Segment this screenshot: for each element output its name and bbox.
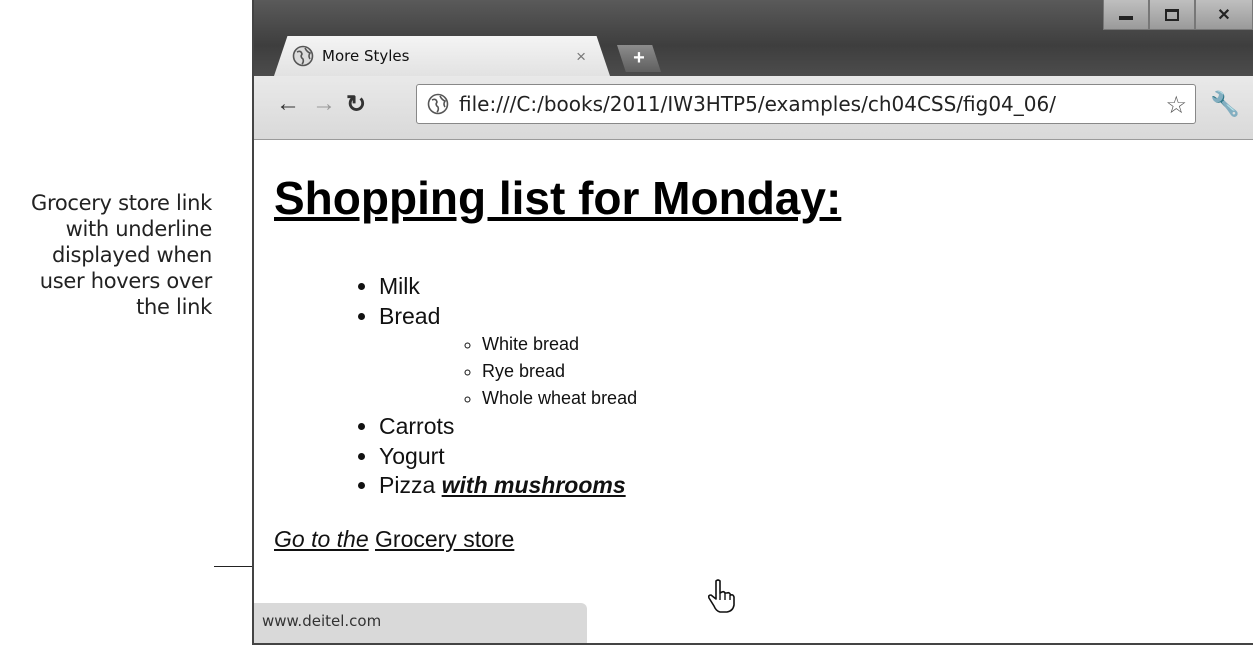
page-icon bbox=[427, 93, 449, 115]
callout-line-1: Grocery store link bbox=[30, 191, 212, 215]
browser-toolbar: ← → ↻ file:///C:/books/2011/IW3HTP5/exam… bbox=[254, 76, 1253, 140]
link-prefix: Go to the bbox=[274, 525, 369, 552]
page-content: Shopping list for Monday: Milk Bread Whi… bbox=[274, 170, 1244, 553]
maximize-button[interactable] bbox=[1149, 0, 1195, 30]
list-item: Milk bbox=[379, 272, 1244, 302]
status-url: www.deitel.com bbox=[262, 612, 382, 630]
wrench-menu-icon[interactable]: 🔧 bbox=[1210, 90, 1240, 119]
tab-more-styles[interactable]: More Styles × bbox=[274, 36, 610, 76]
maximize-icon bbox=[1165, 8, 1179, 21]
forward-button[interactable]: → bbox=[312, 90, 336, 118]
url-text: file:///C:/books/2011/IW3HTP5/examples/c… bbox=[459, 92, 1056, 116]
list-item: Bread White bread Rye bread Whole wheat … bbox=[379, 302, 1244, 413]
title-bar: ✕ More Styles × + bbox=[254, 0, 1253, 76]
sublist-item: Rye bread bbox=[482, 358, 1244, 385]
annotation-callout: Grocery store link with underline displa… bbox=[0, 190, 212, 320]
pizza-label: Pizza bbox=[379, 472, 436, 498]
list-item: Pizza with mushrooms bbox=[379, 471, 1244, 501]
pizza-emphasis: with mushrooms bbox=[441, 472, 626, 498]
callout-line-2: with underline bbox=[65, 217, 213, 241]
back-button[interactable]: ← bbox=[276, 90, 300, 118]
bread-sublist: White bread Rye bread Whole wheat bread bbox=[482, 331, 1244, 412]
address-bar[interactable]: file:///C:/books/2011/IW3HTP5/examples/c… bbox=[416, 84, 1196, 124]
callout-line-3: displayed when bbox=[51, 243, 212, 267]
reload-button[interactable]: ↻ bbox=[346, 90, 366, 119]
list-item: Yogurt bbox=[379, 442, 1244, 472]
callout-line-4: user hovers over bbox=[39, 269, 213, 293]
tab-close-button[interactable]: × bbox=[576, 47, 586, 67]
new-tab-button[interactable]: + bbox=[617, 45, 661, 72]
minimize-icon bbox=[1119, 15, 1133, 20]
browser-window: ✕ More Styles × + ← → ↻ file:///C:/books… bbox=[252, 0, 1253, 645]
globe-icon bbox=[292, 45, 314, 67]
tab-title: More Styles bbox=[322, 47, 410, 65]
bookmark-star-icon[interactable]: ☆ bbox=[1163, 91, 1187, 120]
status-bar: www.deitel.com bbox=[254, 603, 587, 643]
close-window-button[interactable]: ✕ bbox=[1195, 0, 1253, 30]
sublist-item: White bread bbox=[482, 331, 1244, 358]
list-item-label: Bread bbox=[379, 302, 441, 329]
callout-line-5: the link bbox=[136, 295, 212, 319]
sublist-item: Whole wheat bread bbox=[482, 385, 1244, 412]
minimize-button[interactable] bbox=[1103, 0, 1149, 30]
shopping-list: Milk Bread White bread Rye bread Whole w… bbox=[379, 272, 1244, 501]
window-controls: ✕ bbox=[1103, 0, 1253, 30]
close-icon: ✕ bbox=[1217, 6, 1231, 24]
hand-cursor-icon bbox=[707, 579, 735, 613]
grocery-store-link[interactable]: Grocery store bbox=[375, 526, 514, 552]
link-paragraph: Go to the Grocery store bbox=[274, 526, 1244, 553]
page-title: Shopping list for Monday: bbox=[274, 172, 842, 224]
list-item: Carrots bbox=[379, 412, 1244, 442]
